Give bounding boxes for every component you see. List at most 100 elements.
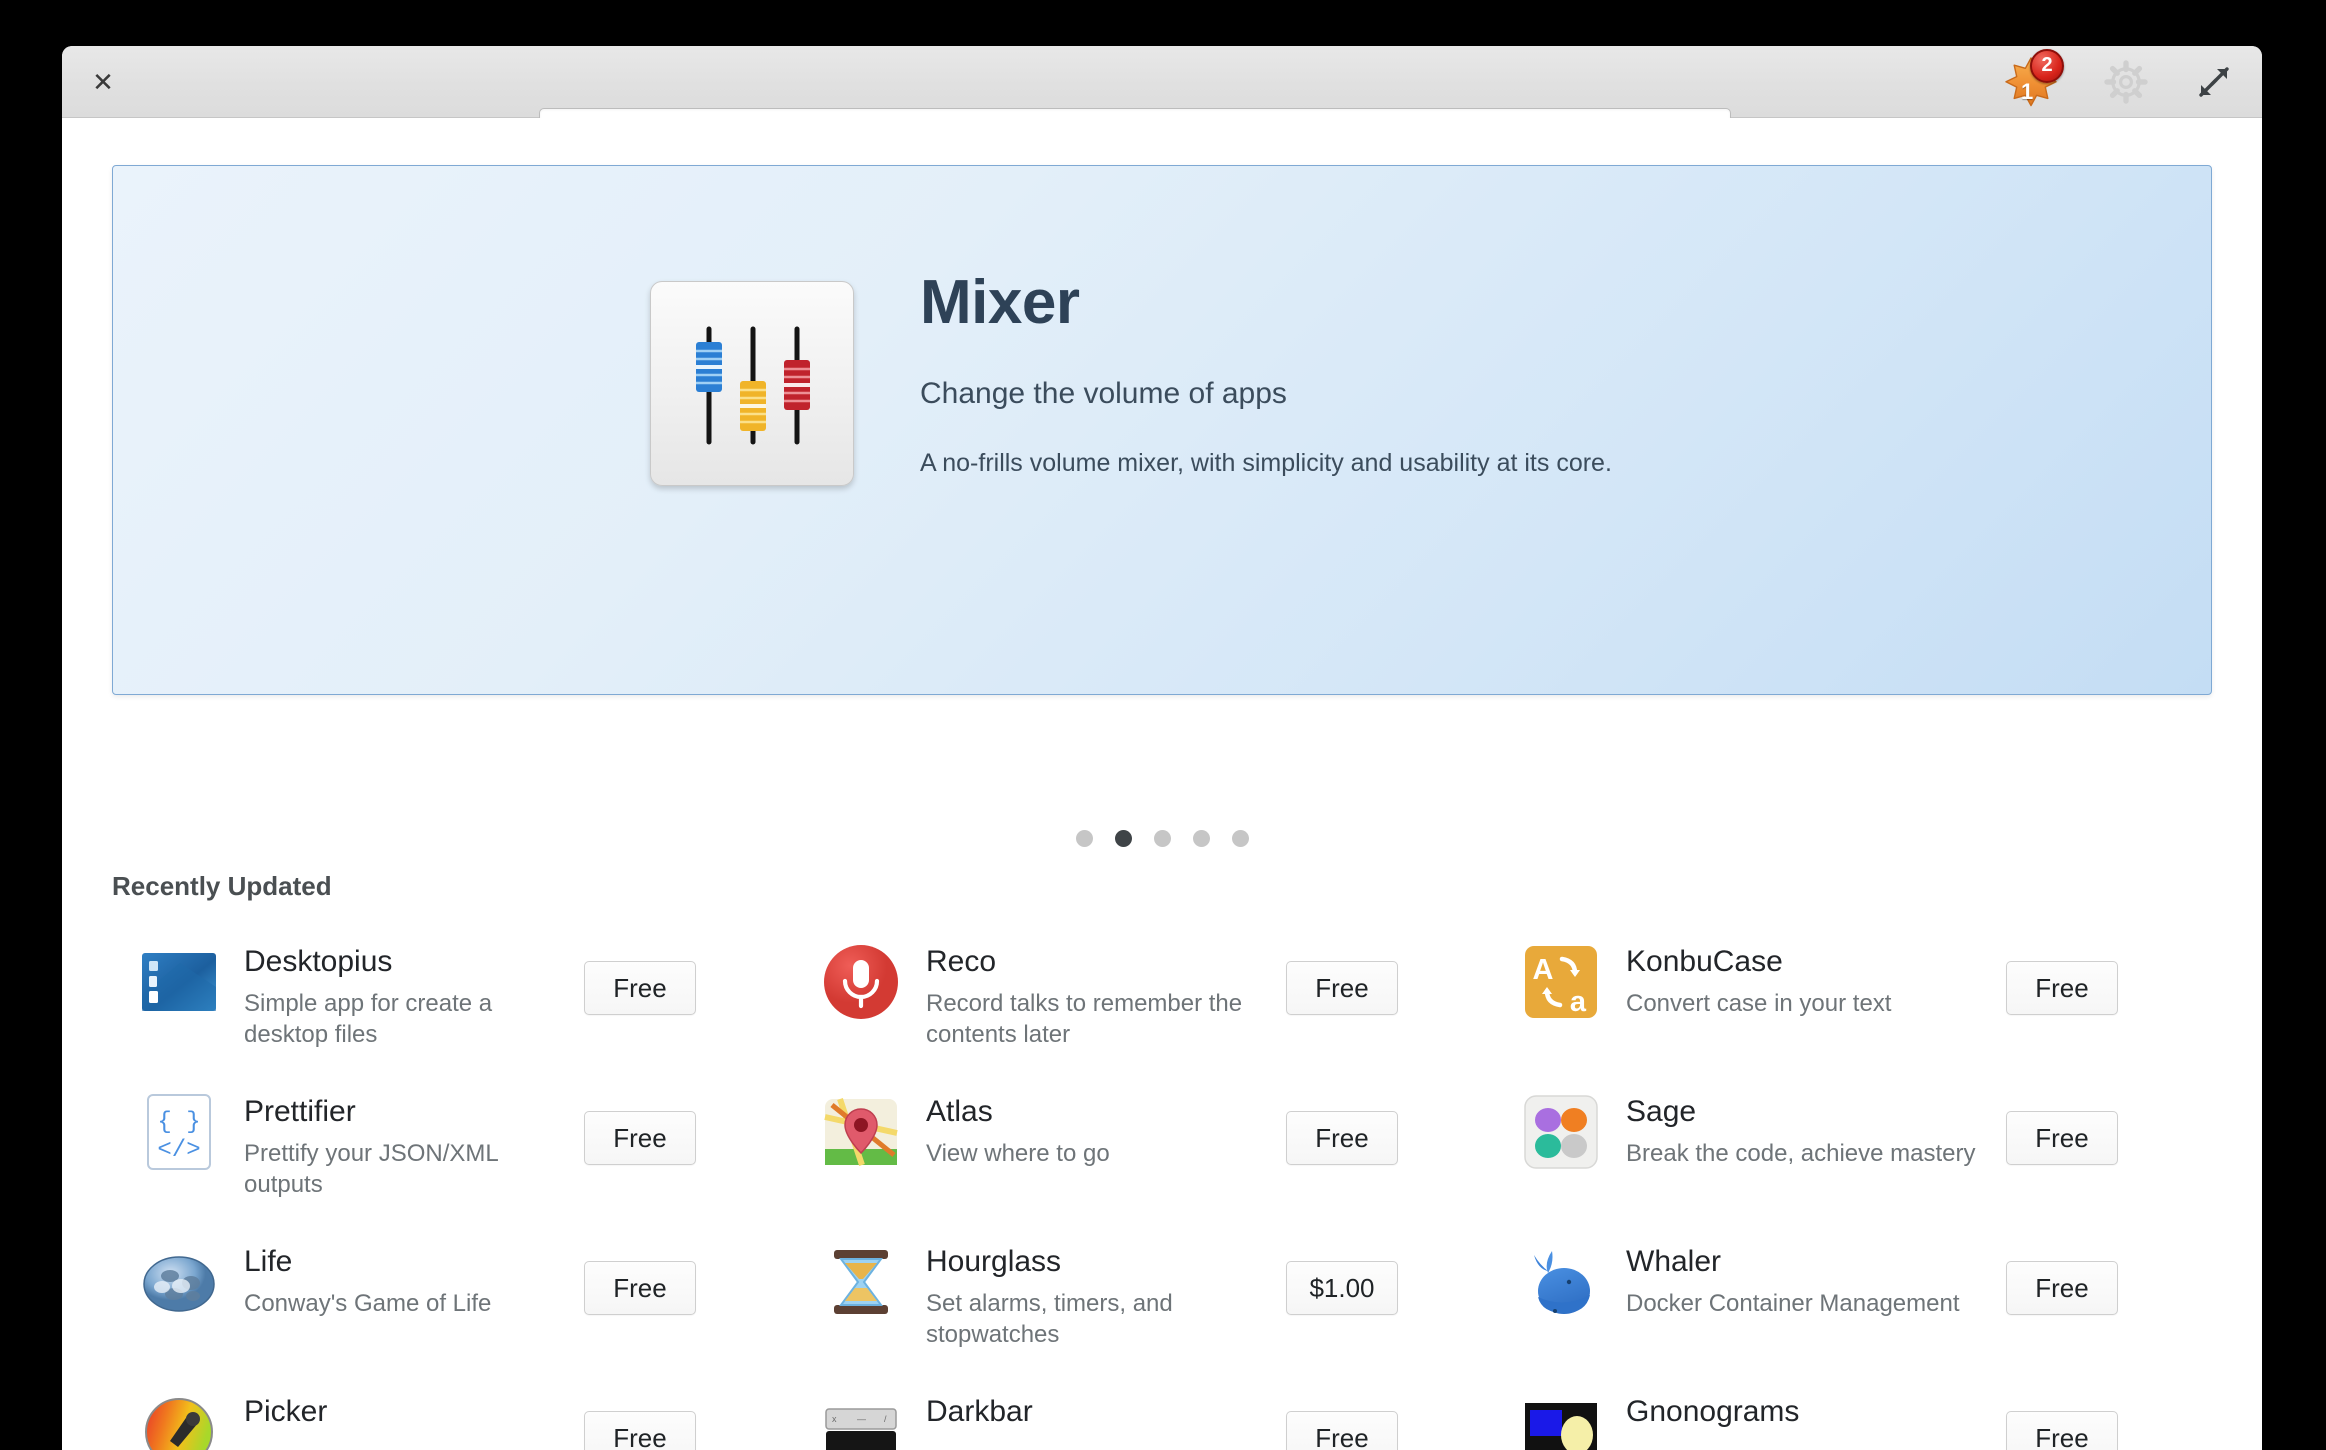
app-list-item[interactable]: Hourglass Set alarms, timers, and stopwat… bbox=[812, 1223, 1512, 1373]
app-price-button[interactable]: Free bbox=[584, 961, 696, 1015]
close-icon[interactable]: ✕ bbox=[86, 65, 120, 99]
app-price-button[interactable]: $1.00 bbox=[1286, 1261, 1398, 1315]
app-meta: Desktopius Simple app for create a deskto… bbox=[244, 943, 574, 1050]
app-name: Desktopius bbox=[244, 945, 393, 978]
svg-text:x: x bbox=[832, 1414, 837, 1424]
expand-icon[interactable] bbox=[2192, 60, 2236, 104]
app-description: View where to go bbox=[926, 1139, 1110, 1167]
app-name: KonbuCase bbox=[1626, 945, 1783, 978]
app-price-button[interactable]: Free bbox=[2006, 961, 2118, 1015]
desktopius-icon bbox=[140, 943, 218, 1021]
app-meta: Whaler Docker Container Management bbox=[1626, 1243, 1996, 1319]
featured-app-description: A no-frills volume mixer, with simplicit… bbox=[920, 449, 1612, 478]
app-name: Sage bbox=[1626, 1095, 1697, 1128]
app-description: Record talks to remember the contents la… bbox=[926, 989, 1243, 1048]
app-meta: Atlas View where to go bbox=[926, 1093, 1276, 1169]
app-name: Darkbar bbox=[926, 1395, 1033, 1428]
app-description: Docker Container Management bbox=[1626, 1289, 1960, 1317]
app-name: Life bbox=[244, 1245, 293, 1278]
app-price-button[interactable]: Free bbox=[2006, 1411, 2118, 1450]
app-column-2: A a KonbuCase Convert case in your text Fr… bbox=[1512, 923, 2212, 1450]
svg-text:{ }: { } bbox=[157, 1109, 200, 1136]
updates-badge: 2 bbox=[2030, 48, 2064, 83]
whaler-icon bbox=[1522, 1243, 1600, 1321]
app-description: Conway's Game of Life bbox=[244, 1289, 492, 1317]
gear-icon[interactable] bbox=[2102, 58, 2150, 106]
carousel-dot-2[interactable] bbox=[1153, 830, 1171, 847]
sage-icon bbox=[1522, 1093, 1600, 1171]
app-description: Break the code, achieve mastery bbox=[1626, 1139, 1976, 1167]
app-list-item[interactable]: Picker Free bbox=[112, 1373, 812, 1450]
app-list-item[interactable]: Whaler Docker Container Management Free bbox=[1512, 1223, 2212, 1373]
app-meta: Darkbar bbox=[926, 1393, 1276, 1438]
recently-updated-grid: Desktopius Simple app for create a deskto… bbox=[112, 923, 2212, 1450]
app-name: Prettifier bbox=[244, 1095, 356, 1128]
app-list-item[interactable]: Atlas View where to go Free bbox=[812, 1073, 1512, 1223]
app-name: Reco bbox=[926, 945, 997, 978]
app-price-button[interactable]: Free bbox=[1286, 1411, 1398, 1450]
carousel-dot-3[interactable] bbox=[1192, 830, 1210, 847]
carousel-dot-4[interactable] bbox=[1231, 830, 1249, 847]
gnonograms-icon bbox=[1522, 1393, 1600, 1450]
featured-banner-text: Mixer Change the volume of apps A no-fri… bbox=[920, 270, 1612, 478]
svg-text:A: A bbox=[1533, 954, 1554, 986]
app-name: Atlas bbox=[926, 1095, 993, 1128]
svg-text:a: a bbox=[1570, 986, 1587, 1018]
app-meta: Life Conway's Game of Life bbox=[244, 1243, 574, 1319]
app-name: Gnonograms bbox=[1626, 1395, 1800, 1428]
app-meta: Prettifier Prettify your JSON/XML outputs bbox=[244, 1093, 574, 1200]
app-name: Whaler bbox=[1626, 1245, 1722, 1278]
app-list-item[interactable]: A a KonbuCase Convert case in your text Fr… bbox=[1512, 923, 2212, 1073]
featured-app-name: Mixer bbox=[920, 268, 1080, 337]
app-description: Convert case in your text bbox=[1626, 989, 1892, 1017]
app-store-window: ✕ Search Apps 1 2 Mixer Change the volum… bbox=[62, 46, 2262, 1450]
mixer-app-icon bbox=[650, 281, 854, 486]
app-meta: Sage Break the code, achieve mastery bbox=[1626, 1093, 1996, 1169]
app-column-1: Reco Record talks to remember the content… bbox=[812, 923, 1512, 1450]
app-list-item[interactable]: Reco Record talks to remember the content… bbox=[812, 923, 1512, 1073]
content-area: Mixer Change the volume of apps A no-fri… bbox=[62, 118, 2262, 1450]
app-price-button[interactable]: Free bbox=[584, 1411, 696, 1450]
app-price-button[interactable]: Free bbox=[2006, 1111, 2118, 1165]
updates-star-icon[interactable]: 1 2 bbox=[2002, 48, 2064, 111]
app-meta: KonbuCase Convert case in your text bbox=[1626, 943, 1996, 1019]
app-meta: Hourglass Set alarms, timers, and stopwat… bbox=[926, 1243, 1276, 1350]
app-description: Simple app for create a desktop files bbox=[244, 989, 493, 1048]
svg-text:—: — bbox=[857, 1414, 866, 1424]
app-column-0: Desktopius Simple app for create a deskto… bbox=[112, 923, 812, 1450]
app-price-button[interactable]: Free bbox=[2006, 1261, 2118, 1315]
atlas-icon bbox=[822, 1093, 900, 1171]
app-list-item[interactable]: x — / Darkbar Free bbox=[812, 1373, 1512, 1450]
app-list-item[interactable]: Desktopius Simple app for create a deskto… bbox=[112, 923, 812, 1073]
darkbar-icon: x — / bbox=[822, 1393, 900, 1450]
konbucase-icon: A a bbox=[1522, 943, 1600, 1021]
app-list-item[interactable]: Life Conway's Game of Life Free bbox=[112, 1223, 812, 1373]
header-actions: 1 2 bbox=[2002, 48, 2236, 111]
app-list-item[interactable]: Gnonograms Free bbox=[1512, 1373, 2212, 1450]
app-description: Set alarms, timers, and stopwatches bbox=[926, 1289, 1173, 1348]
app-meta: Gnonograms bbox=[1626, 1393, 1996, 1438]
app-meta: Picker bbox=[244, 1393, 574, 1438]
app-list-item[interactable]: { } </> Prettifier Prettify your JSON/XML… bbox=[112, 1073, 812, 1223]
app-name: Picker bbox=[244, 1395, 328, 1428]
header-bar: ✕ Search Apps 1 2 bbox=[62, 46, 2262, 160]
app-price-button[interactable]: Free bbox=[584, 1111, 696, 1165]
svg-text:</>: </> bbox=[157, 1137, 200, 1164]
app-list-item[interactable]: Sage Break the code, achieve mastery Free bbox=[1512, 1073, 2212, 1223]
app-price-button[interactable]: Free bbox=[1286, 1111, 1398, 1165]
app-price-button[interactable]: Free bbox=[584, 1261, 696, 1315]
life-icon bbox=[140, 1243, 218, 1321]
prettifier-icon: { } </> bbox=[140, 1093, 218, 1171]
carousel-dots bbox=[62, 830, 2262, 847]
section-title-recently-updated: Recently Updated bbox=[112, 871, 332, 901]
hourglass-icon bbox=[822, 1243, 900, 1321]
featured-app-tagline: Change the volume of apps bbox=[920, 377, 1287, 411]
carousel-dot-0[interactable] bbox=[1075, 830, 1093, 847]
picker-icon bbox=[140, 1393, 218, 1450]
carousel-dot-1[interactable] bbox=[1114, 830, 1132, 847]
app-name: Hourglass bbox=[926, 1245, 1062, 1278]
app-description: Prettify your JSON/XML outputs bbox=[244, 1139, 498, 1198]
app-price-button[interactable]: Free bbox=[1286, 961, 1398, 1015]
app-meta: Reco Record talks to remember the content… bbox=[926, 943, 1276, 1050]
reco-icon bbox=[822, 943, 900, 1021]
